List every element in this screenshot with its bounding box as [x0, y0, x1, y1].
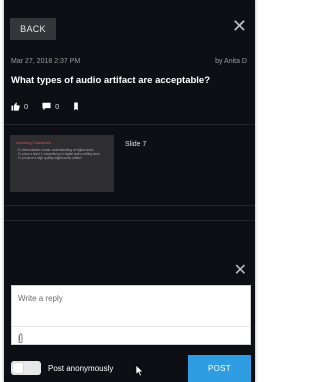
reply-separator — [12, 326, 250, 327]
slide-thumbnail[interactable]: Learning Outcomes - To demonstrate a bas… — [10, 135, 114, 192]
post-title: What types of audio artifact are accepta… — [11, 75, 211, 86]
divider — [4, 205, 255, 206]
slide-thumb-title: Learning Outcomes — [16, 140, 51, 145]
anonymous-label: Post anonymously — [48, 364, 114, 373]
reply-input[interactable] — [18, 294, 246, 303]
paperclip-icon[interactable] — [17, 331, 24, 349]
comment-count: 0 — [55, 102, 60, 111]
post-date: Mar 27, 2018 2:37 PM — [11, 58, 81, 65]
like-count: 0 — [24, 102, 29, 111]
post-stats: 0 0 — [11, 102, 87, 111]
anonymous-toggle[interactable] — [11, 361, 41, 375]
comment-icon[interactable] — [42, 102, 51, 111]
like-stat[interactable]: 0 — [11, 102, 28, 111]
post-button[interactable]: POST — [188, 355, 251, 382]
divider — [4, 220, 255, 221]
post-author: by Anita D — [215, 58, 247, 65]
back-button[interactable]: BACK — [10, 18, 56, 40]
thumbs-up-icon[interactable] — [11, 102, 20, 111]
discussion-panel: BACK ✕ Mar 27, 2018 2:37 PM by Anita D W… — [4, 0, 255, 382]
comment-stat[interactable]: 0 — [42, 102, 59, 111]
close-icon[interactable]: ✕ — [232, 17, 247, 35]
close-icon[interactable]: ✕ — [234, 263, 247, 279]
reply-box — [11, 285, 251, 345]
mouse-cursor-icon — [135, 364, 144, 382]
slide-thumb-line: - To produce a high quality digital audi… — [16, 156, 82, 161]
toggle-knob — [13, 363, 23, 373]
bookmark-icon[interactable] — [73, 102, 79, 111]
divider — [4, 124, 255, 125]
bookmark-stat[interactable] — [73, 102, 79, 111]
slide-label[interactable]: Slide 7 — [125, 141, 146, 148]
